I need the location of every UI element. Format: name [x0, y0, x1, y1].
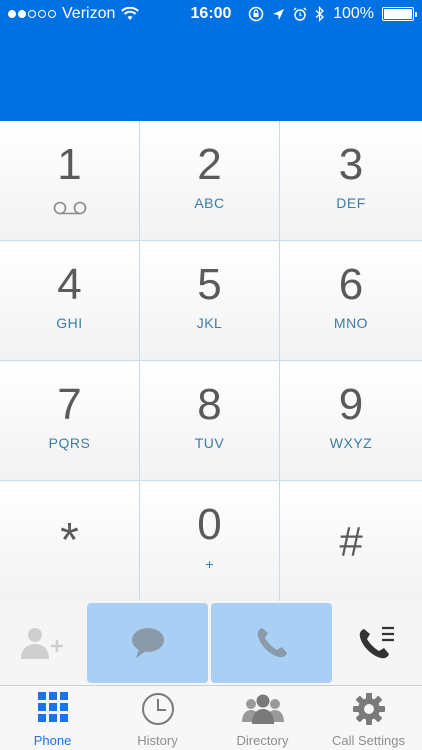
key-6[interactable]: 6 MNO [280, 241, 422, 361]
battery-percent: 100% [333, 5, 374, 22]
key-digit: 5 [197, 260, 222, 309]
key-digit: 9 [338, 380, 364, 429]
key-4[interactable]: 4 GHI [0, 241, 140, 361]
dial-keypad: 1 2 ABC 3 DEF 4 GHI 5 JKL 6 MNO 7 PQRS 8… [0, 121, 422, 601]
key-letters: ABC [194, 195, 225, 211]
header-bar: Verizon 16:00 100% [0, 0, 422, 121]
key-letters: JKL [196, 315, 223, 331]
key-0[interactable]: 0 + [140, 481, 280, 601]
battery-icon [382, 7, 417, 21]
key-letters: + [205, 556, 214, 572]
bluetooth-icon [315, 6, 325, 22]
tab-history[interactable]: History [105, 686, 210, 750]
key-letters: WXYZ [329, 435, 373, 451]
message-button[interactable] [87, 603, 208, 683]
key-hash[interactable]: # [280, 481, 422, 601]
phone-handset-icon [257, 628, 287, 658]
key-digit: 0 [197, 500, 222, 549]
key-3[interactable]: 3 DEF [280, 121, 422, 241]
key-letters: GHI [56, 315, 83, 331]
key-letters: TUV [194, 435, 225, 451]
alarm-clock-icon [293, 7, 307, 21]
clock-icon [141, 693, 174, 725]
key-5[interactable]: 5 JKL [140, 241, 280, 361]
tab-label: Call Settings [332, 733, 405, 748]
keypad-grid-icon [37, 692, 68, 722]
tab-bar: Phone History Directory Call Settings [0, 685, 422, 750]
key-1[interactable]: 1 [0, 121, 140, 241]
status-right: 100% [248, 5, 417, 23]
tab-label: Directory [236, 733, 289, 748]
key-symbol: # [339, 518, 363, 565]
call-list-button[interactable] [335, 603, 420, 683]
key-digit: 2 [197, 140, 222, 189]
location-arrow-icon [273, 8, 285, 20]
key-digit: 7 [57, 380, 82, 429]
tab-label: History [137, 733, 178, 748]
rotation-lock-icon [248, 6, 264, 22]
key-7[interactable]: 7 PQRS [0, 361, 140, 481]
key-digit: 8 [197, 380, 222, 429]
action-row [0, 601, 422, 685]
tab-directory[interactable]: Directory [210, 686, 315, 750]
tab-call-settings[interactable]: Call Settings [315, 686, 422, 750]
key-8[interactable]: 8 TUV [140, 361, 280, 481]
key-digit: 1 [57, 140, 82, 189]
key-digit: 6 [338, 260, 364, 309]
key-letters: PQRS [48, 435, 91, 451]
status-bar: Verizon 16:00 100% [0, 0, 422, 30]
tab-phone[interactable]: Phone [0, 686, 105, 750]
chat-bubble-icon [131, 628, 164, 658]
voicemail-icon [53, 201, 87, 215]
key-digit: 4 [57, 260, 82, 309]
call-button[interactable] [211, 603, 332, 683]
phone-list-icon [359, 626, 394, 659]
key-letters: MNO [333, 315, 369, 331]
key-digit: 3 [338, 140, 364, 189]
key-symbol: * [60, 514, 79, 567]
key-star[interactable]: * [0, 481, 140, 601]
add-contact-button[interactable] [2, 603, 84, 683]
key-letters: DEF [336, 195, 366, 211]
tab-label: Phone [33, 733, 72, 748]
key-2[interactable]: 2 ABC [140, 121, 280, 241]
gear-icon [352, 693, 385, 725]
people-icon [241, 694, 284, 724]
key-9[interactable]: 9 WXYZ [280, 361, 422, 481]
add-contact-icon [21, 628, 63, 659]
